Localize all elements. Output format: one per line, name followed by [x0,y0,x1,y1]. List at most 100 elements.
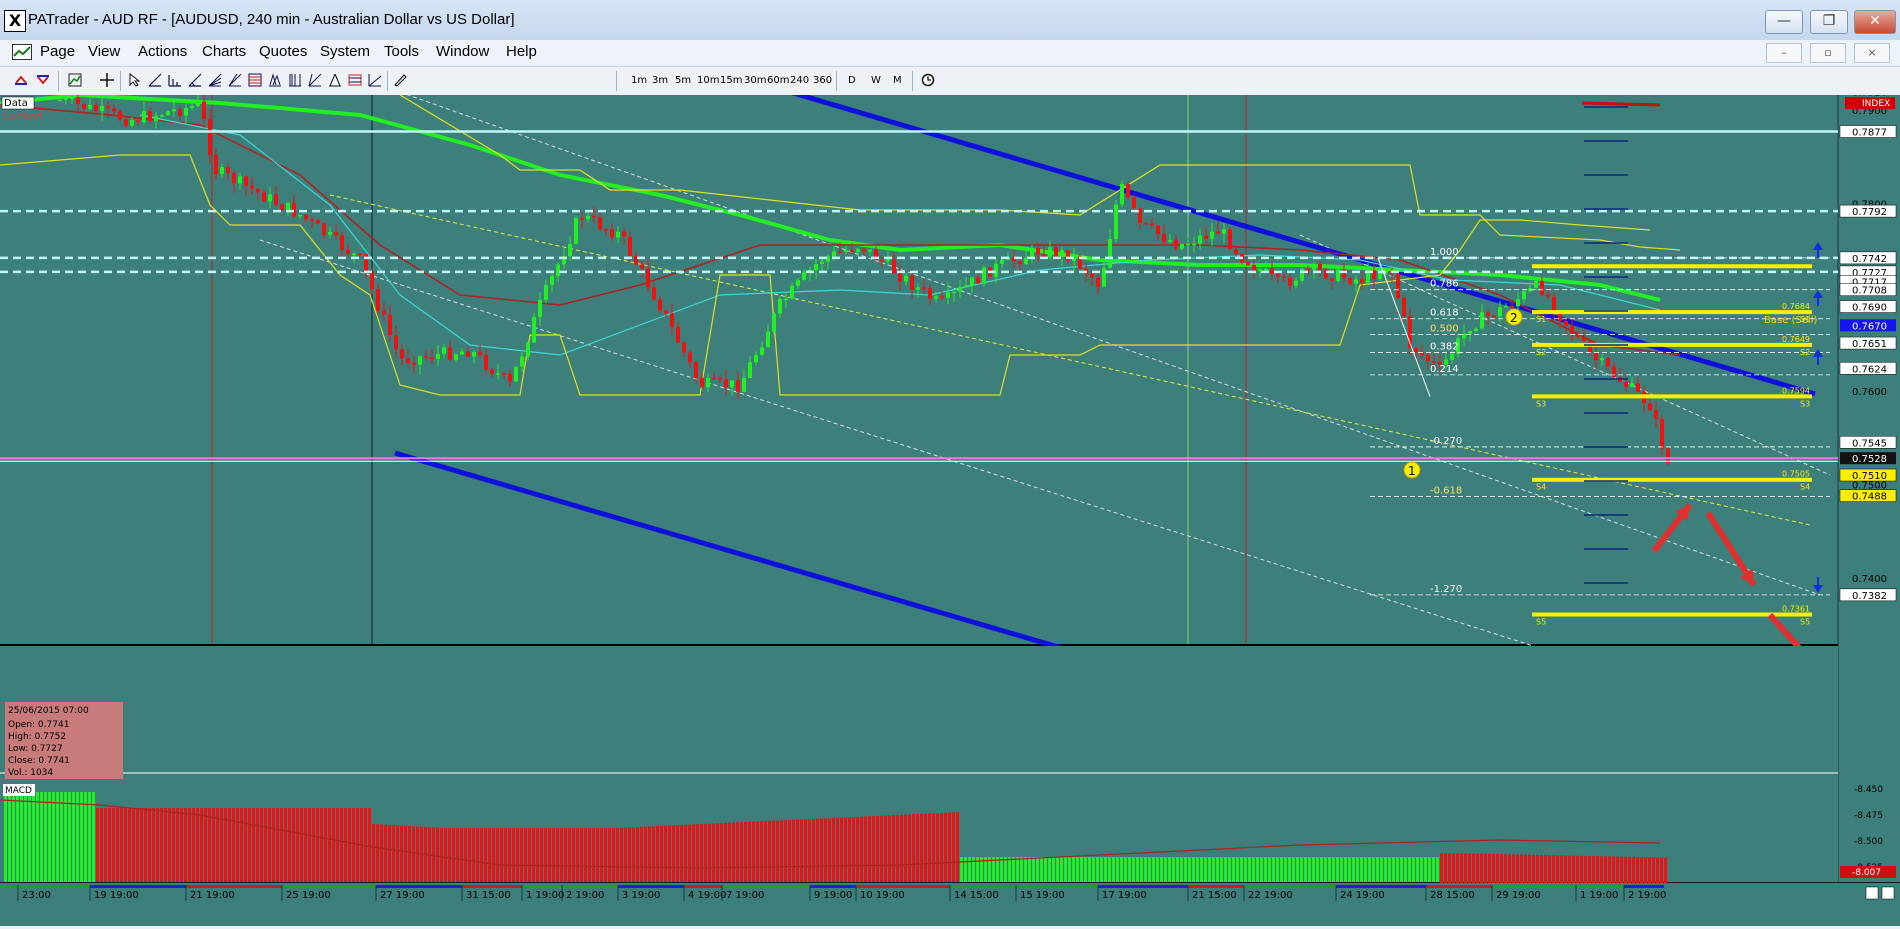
timeframe-5m[interactable]: 5m [675,75,691,86]
fib-fan-icon[interactable] [208,73,222,87]
menu-view[interactable]: View [88,43,120,60]
ohlc-volume: Vol.: 1034 [8,768,53,778]
candle-body [412,362,416,365]
candle-body [1570,325,1574,334]
timeframe-15m[interactable]: 15m [720,75,742,86]
fib-extension-icon[interactable] [228,73,242,87]
candle-body [130,120,134,126]
rectangle-icon[interactable] [348,73,362,87]
channel-icon[interactable] [168,73,182,87]
price-chart[interactable]: 1.000 0.786 0.618 0.500 0.382 0.214 -0.270 -0.6… [0,84,1900,926]
fib-retracement-icon[interactable] [188,73,202,87]
macd-histogram-bar [1364,857,1367,882]
menu-system[interactable]: System [320,43,370,60]
candle-body [1264,268,1268,271]
chart-area[interactable]: 1.000 0.786 0.618 0.500 0.382 0.214 -0.270 -0.6… [0,84,1900,926]
macd-histogram-bar [176,808,179,882]
scroll-right-icon[interactable] [1881,886,1895,900]
pencil-icon[interactable] [393,73,407,87]
app-logo-icon[interactable]: X [4,10,26,32]
candle-body [1480,312,1484,329]
time-axis-band [950,885,1020,888]
candle-body [334,232,338,236]
macd-histogram-bar [52,792,55,882]
menu-tools[interactable]: Tools [384,43,419,60]
period-weekly[interactable]: W [871,75,881,86]
crosshair-icon[interactable] [100,73,114,87]
candle-body [964,285,968,288]
timeframe-10m[interactable]: 10m [697,75,719,86]
macd-histogram-bar [412,826,415,882]
macd-histogram-bar [1064,857,1067,882]
candle-body [1426,355,1430,361]
chart-window-icon[interactable] [12,44,32,60]
timeframe-60m[interactable]: 60m [767,75,789,86]
macd-histogram-bar [1008,857,1011,882]
timeframe-3m[interactable]: 3m [652,75,668,86]
pitchfork-icon[interactable] [268,73,282,87]
macd-histogram-bar [1180,857,1183,882]
maximize-button[interactable]: ❐ [1810,10,1848,34]
macd-histogram-bar [892,815,895,882]
menu-quotes[interactable]: Quotes [259,43,307,60]
candle-body [1486,312,1490,316]
data-tag[interactable]: Data [4,98,28,109]
macd-histogram-bar [1236,857,1239,882]
macd-histogram-bar [748,821,751,882]
zoom-out-icon[interactable] [36,73,50,87]
resistance-stub [1581,101,1661,107]
timeframe-30m[interactable]: 30m [744,75,766,86]
timeframe-1m[interactable]: 1m [631,75,647,86]
mdi-restore-button[interactable]: ▫ [1810,43,1846,63]
mdi-minimize-button[interactable]: – [1766,43,1802,63]
support-tag-right: S2 [1800,348,1810,357]
candle-body [442,347,446,354]
menu-charts[interactable]: Charts [202,43,246,60]
candle-body [1564,320,1568,326]
speed-lines-icon[interactable] [368,73,382,87]
cursor-icon[interactable] [128,73,142,87]
macd-histogram-bar [488,828,491,882]
text-icon[interactable] [328,73,342,87]
macd-histogram-bar [208,808,211,882]
timeframe-240[interactable]: 240 [790,75,809,86]
scroll-left-icon[interactable] [1865,886,1879,900]
candle-body [1360,279,1364,283]
fib-timezone-icon[interactable] [288,73,302,87]
macd-histogram-bar [72,792,75,882]
menu-page[interactable]: Page [40,43,75,60]
candle-body [1396,274,1400,298]
candle-body [760,347,764,355]
macd-histogram-bar [948,812,951,882]
time-axis-label: 3 19:00 [622,890,660,901]
ellipse-icon[interactable] [308,73,322,87]
candle-body [844,250,848,252]
trendline-icon[interactable] [148,73,162,87]
macd-histogram-bar [1092,857,1095,882]
minimize-button[interactable]: — [1765,10,1803,34]
candle-body [1192,243,1196,246]
gann-icon[interactable] [248,73,262,87]
macd-histogram-bar [884,815,887,882]
close-button[interactable]: ✕ [1854,10,1896,34]
menu-help[interactable]: Help [506,43,537,60]
timeframe-360[interactable]: 360 [813,75,832,86]
clock-icon[interactable] [921,73,935,87]
candle-body [1300,268,1304,281]
menu-window[interactable]: Window [436,43,489,60]
macd-histogram-bar [328,808,331,882]
macd-histogram-bar [624,827,627,882]
period-monthly[interactable]: M [893,75,902,86]
candle-body [232,172,236,184]
candle-body [1594,352,1598,361]
menu-actions[interactable]: Actions [138,43,187,60]
macd-histogram-bar [876,815,879,882]
chart-type-icon[interactable] [68,73,82,87]
macd-histogram-bar [492,828,495,882]
macd-histogram-bar [300,808,303,882]
zoom-in-icon[interactable] [14,73,28,87]
drawing-toolbar: 1m 3m 5m 10m 15m 30m 60m 240 360 D W M [0,67,1900,96]
mdi-close-button[interactable]: × [1854,43,1890,63]
time-axis-band [376,885,466,888]
period-daily[interactable]: D [848,75,856,86]
